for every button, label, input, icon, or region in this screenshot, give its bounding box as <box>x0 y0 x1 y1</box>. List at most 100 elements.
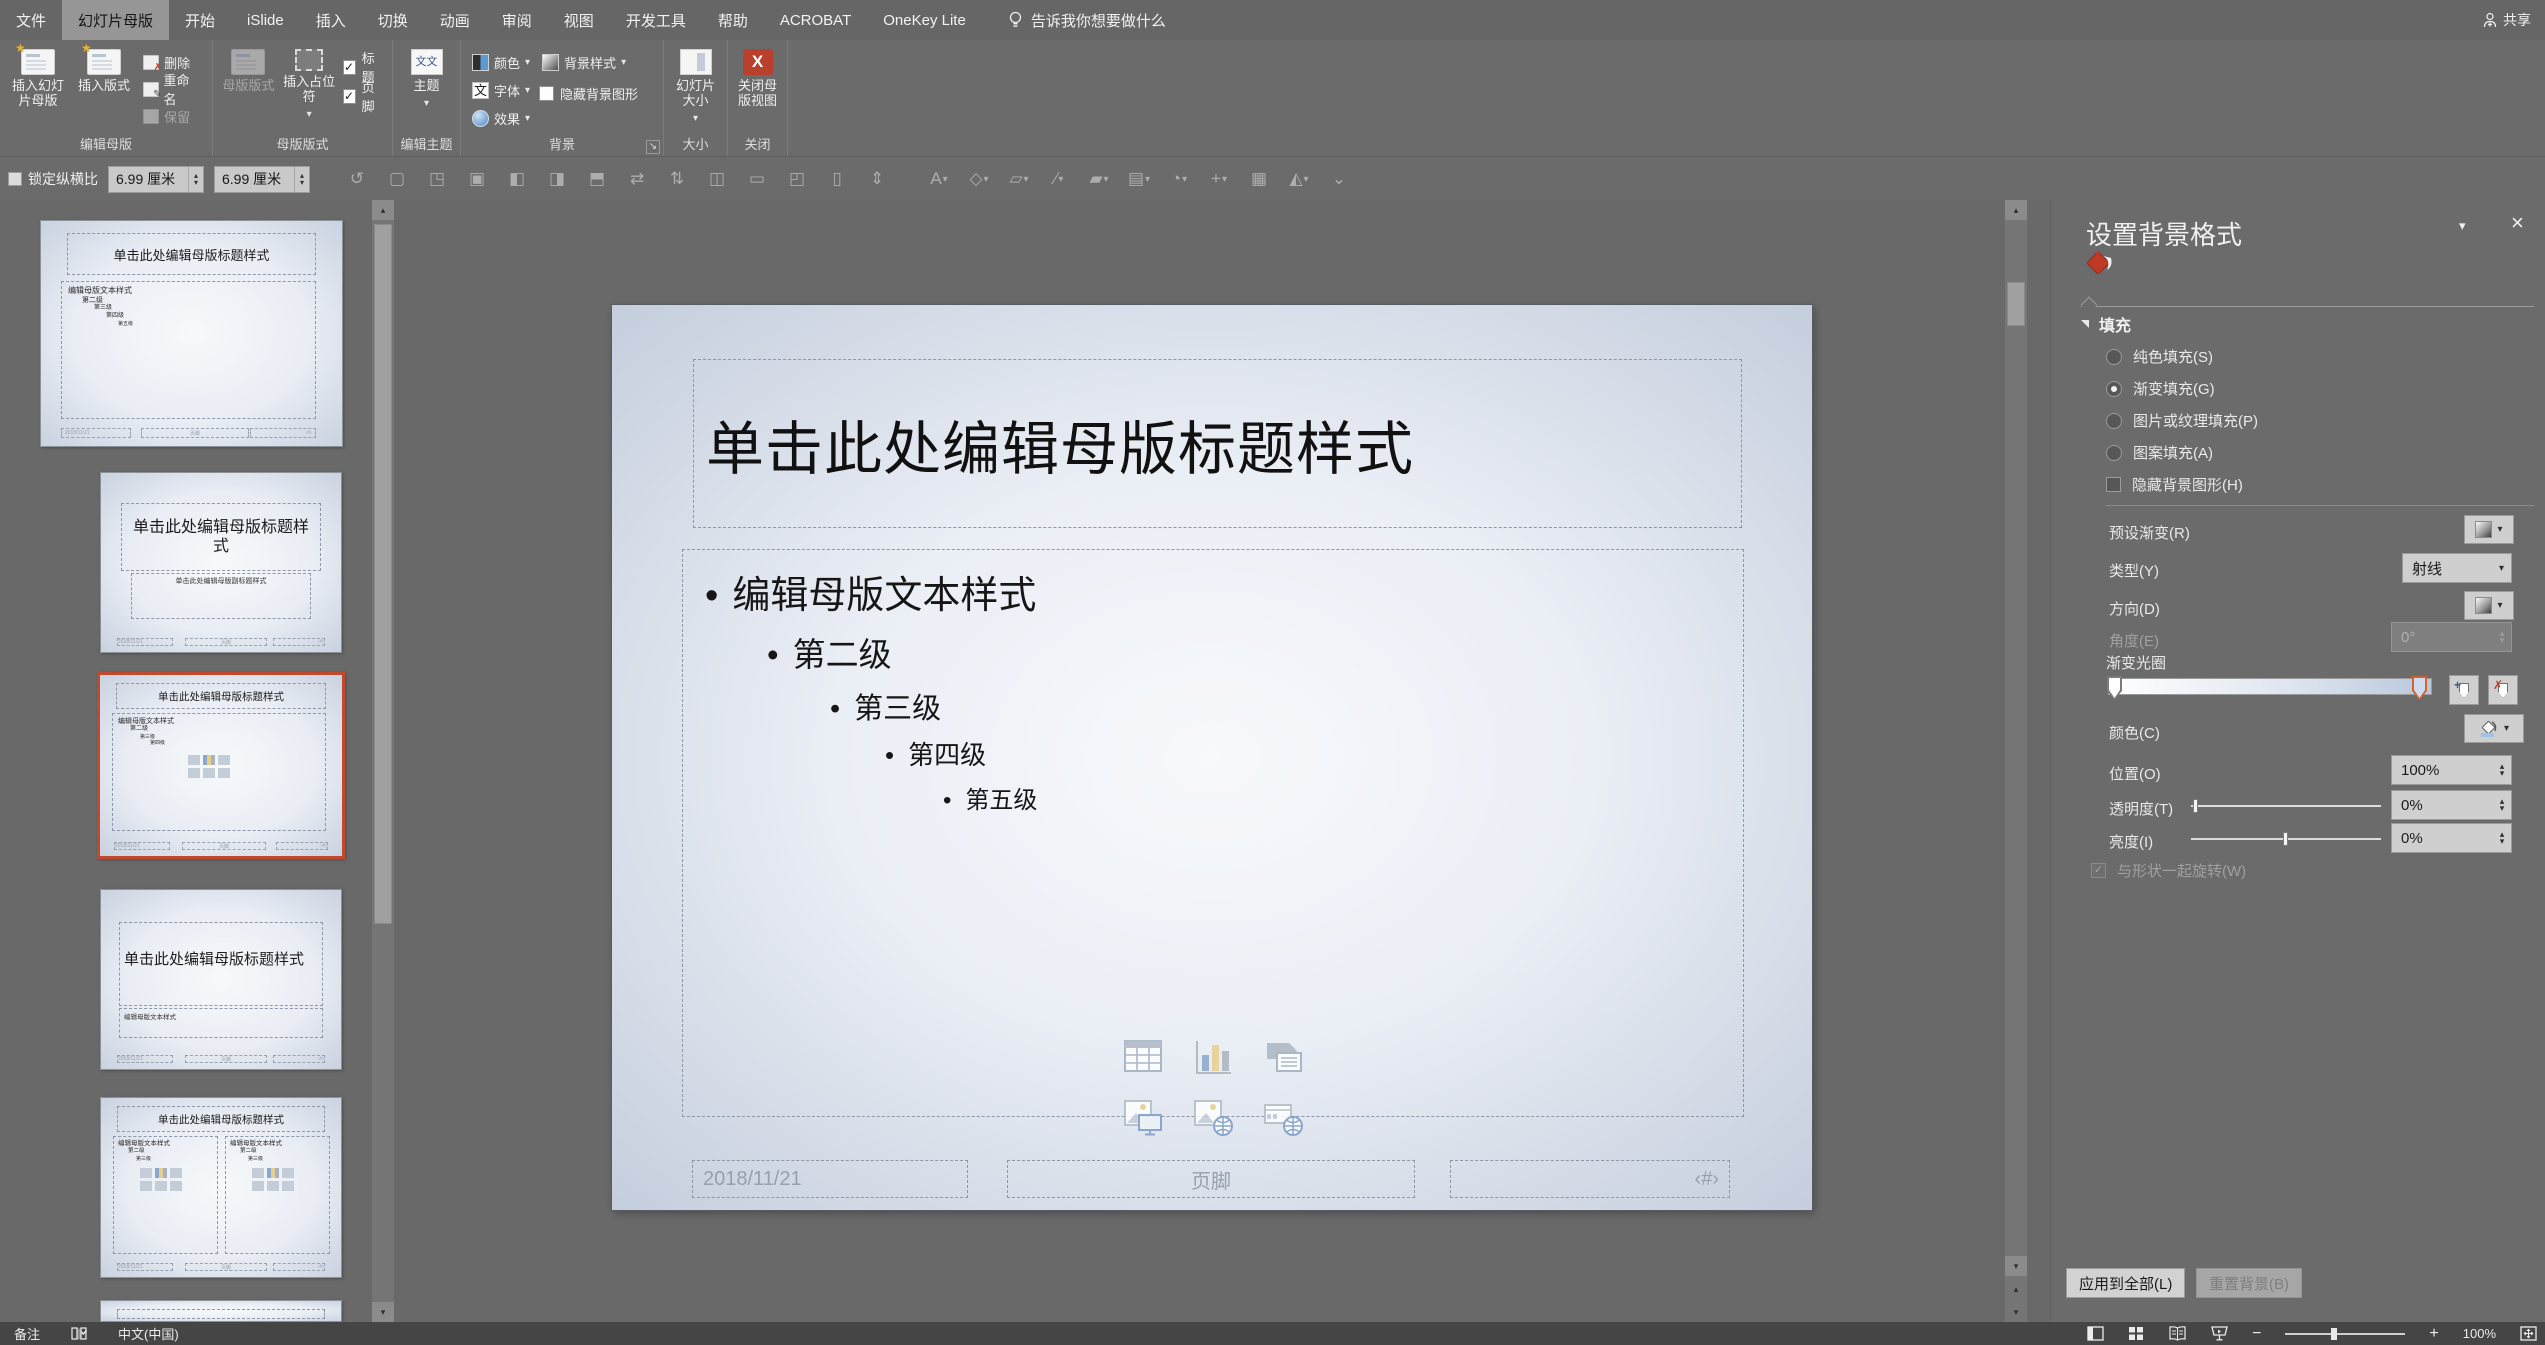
thumbnail-scrollbar-thumb[interactable] <box>374 224 392 924</box>
tab-view[interactable]: 视图 <box>548 0 610 40</box>
width-value[interactable]: 6.99 厘米 <box>109 169 188 189</box>
scroll-down-icon[interactable]: ▾ <box>2005 1256 2027 1276</box>
align-top-icon[interactable]: ◨ <box>542 165 572 193</box>
align-right-icon[interactable]: ▯ <box>822 165 852 193</box>
text-box-icon[interactable]: ▤▾ <box>1124 165 1154 193</box>
lock-aspect-checkbox[interactable] <box>8 172 22 186</box>
footer-placeholder[interactable]: 页脚 <box>1007 1160 1415 1198</box>
tab-help[interactable]: 帮助 <box>702 0 764 40</box>
height-field[interactable]: 6.99 厘米 ▴▾ <box>214 166 310 193</box>
preserve-button[interactable]: 保留 <box>140 104 204 128</box>
solid-fill-option[interactable]: 纯色填充(S) <box>2106 346 2213 367</box>
shape-effects-icon[interactable]: ◔▾ <box>1164 165 1194 193</box>
title-placeholder[interactable]: 单击此处编辑母版标题样式 <box>693 359 1742 528</box>
insert-layout-button[interactable]: ★ 插入版式 <box>74 46 134 136</box>
align-left-icon[interactable]: ◰ <box>782 165 812 193</box>
picture-fill-radio[interactable] <box>2106 413 2122 429</box>
fonts-button[interactable]: 文 字体 ▾ <box>469 78 533 102</box>
rotate-3d-icon[interactable]: ◭▾ <box>1284 165 1314 193</box>
zoom-level[interactable]: 100% <box>2463 1326 2496 1341</box>
brightness-slider[interactable] <box>2191 838 2381 840</box>
panel-close-icon[interactable]: × <box>2511 210 2524 236</box>
panel-options-caret-icon[interactable]: ▾ <box>2459 218 2466 234</box>
fill-section-header[interactable]: 填充 <box>2081 312 2131 336</box>
tab-transitions[interactable]: 切换 <box>362 0 424 40</box>
rotate-with-shape-option[interactable]: ✓ 与形状一起旋转(W) <box>2091 860 2246 881</box>
zoom-out-button[interactable]: − <box>2252 1325 2261 1343</box>
width-spinner[interactable]: ▴▾ <box>188 167 203 192</box>
font-color-icon[interactable]: A▾ <box>924 165 954 193</box>
transparency-spinner[interactable]: 0% ▴▾ <box>2391 790 2512 820</box>
insert-table-icon[interactable] <box>1121 1037 1165 1077</box>
insert-media-icon[interactable] <box>1121 1097 1165 1137</box>
rename-button[interactable]: ✎ 重命名 <box>140 77 204 101</box>
colors-button[interactable]: 颜色 ▾ <box>469 50 533 74</box>
gradient-stops-bar[interactable] <box>2108 678 2432 695</box>
thumbnail-scrollbar[interactable]: ▴ ▾ <box>372 200 394 1322</box>
thumbnail-two-content-layout[interactable]: 单击此处编辑母版标题样式 编辑母版文本样式 第二级 第三级 编辑母版文本样式 第… <box>100 1097 342 1278</box>
normal-view-icon[interactable] <box>2087 1326 2104 1341</box>
add-gradient-stop-button[interactable]: + <box>2449 675 2479 705</box>
bring-forward-icon[interactable]: ▢ <box>382 165 412 193</box>
gradient-fill-radio[interactable] <box>2106 381 2122 397</box>
rotate-icon[interactable]: ↺ <box>342 165 372 193</box>
zoom-slider[interactable] <box>2285 1333 2405 1335</box>
send-backward-icon[interactable]: ▣ <box>462 165 492 193</box>
gradient-stop-left[interactable] <box>2107 676 2122 700</box>
resize-icon[interactable]: ⇕ <box>862 165 892 193</box>
scroll-up-icon[interactable]: ▴ <box>372 200 394 220</box>
next-slide-icon[interactable]: ▾ <box>2005 1302 2027 1322</box>
hide-background-option[interactable]: 隐藏背景图形(H) <box>2106 474 2243 495</box>
zoom-in-button[interactable]: + <box>2429 1325 2438 1343</box>
tab-slide-master[interactable]: 幻灯片母版 <box>62 0 169 40</box>
footer-checkbox[interactable]: ✓ <box>343 89 356 104</box>
brightness-spinner[interactable]: 0% ▴▾ <box>2391 823 2512 853</box>
height-value[interactable]: 6.99 厘米 <box>215 169 294 189</box>
effects-button[interactable]: 效果 ▾ <box>469 106 533 130</box>
align-middle-icon[interactable]: ▭ <box>742 165 772 193</box>
insert-slide-master-button[interactable]: ★ 插入幻灯片母版 <box>8 46 68 136</box>
gradient-type-select[interactable]: 射线 ▾ <box>2402 553 2512 583</box>
solid-fill-radio[interactable] <box>2106 349 2122 365</box>
remove-gradient-stop-button[interactable]: ✗ <box>2488 675 2518 705</box>
footer-checkbox-row[interactable]: ✓ 页脚 <box>343 83 385 109</box>
scroll-up-icon[interactable]: ▴ <box>2005 200 2027 220</box>
transparency-slider-handle[interactable] <box>2193 799 2198 813</box>
insert-online-picture-icon[interactable] <box>1191 1097 1235 1137</box>
align-center-icon[interactable]: ◫ <box>702 165 732 193</box>
slideshow-view-icon[interactable] <box>2211 1326 2228 1341</box>
insert-placeholder-button[interactable]: 插入占位符 ▾ <box>282 46 337 136</box>
pattern-fill-option[interactable]: 图案填充(A) <box>2106 442 2213 463</box>
width-field[interactable]: 6.99 厘米 ▴▾ <box>108 166 204 193</box>
toolbar-overflow-icon[interactable]: ⌄ <box>1324 165 1354 193</box>
highlight-icon[interactable]: ▰▾ <box>1084 165 1114 193</box>
height-spinner[interactable]: ▴▾ <box>294 167 309 192</box>
tab-animations[interactable]: 动画 <box>424 0 486 40</box>
distribute-vertical-icon[interactable]: ⇅ <box>662 165 692 193</box>
fill-bucket-icon[interactable] <box>2083 248 2117 287</box>
insert-chart-icon[interactable] <box>1191 1037 1235 1077</box>
gradient-direction-button[interactable]: ▾ <box>2464 591 2514 620</box>
thumbnail-clipped[interactable] <box>100 1300 342 1322</box>
tab-islide[interactable]: iSlide <box>231 0 300 40</box>
body-placeholder[interactable]: •编辑母版文本样式 •第二级 •第三级 •第四级 •第五级 <box>682 549 1744 1117</box>
tab-file[interactable]: 文件 <box>0 0 62 40</box>
tab-onekey-lite[interactable]: OneKey Lite <box>867 0 982 40</box>
tab-insert[interactable]: 插入 <box>300 0 362 40</box>
gradient-stop-right-selected[interactable] <box>2412 676 2427 700</box>
share-button[interactable]: 共享 <box>2483 0 2531 40</box>
picture-fill-option[interactable]: 图片或纹理填充(P) <box>2106 410 2258 431</box>
gradient-fill-option[interactable]: 渐变填充(G) <box>2106 378 2215 399</box>
hide-bg-graphics-checkbox[interactable] <box>539 86 554 101</box>
insert-online-video-icon[interactable] <box>1261 1097 1305 1137</box>
slide-sorter-view-icon[interactable] <box>2128 1326 2144 1341</box>
tell-me-box[interactable]: 告诉我你想要做什么 <box>1008 0 1166 40</box>
tab-acrobat[interactable]: ACROBAT <box>764 0 867 40</box>
title-checkbox[interactable]: ✓ <box>343 60 356 75</box>
notes-button[interactable]: 备注 <box>14 1324 40 1343</box>
add-shape-icon[interactable]: +▾ <box>1204 165 1234 193</box>
brightness-slider-handle[interactable] <box>2283 832 2288 846</box>
fit-to-window-icon[interactable] <box>2520 1326 2537 1341</box>
spell-check-icon[interactable] <box>70 1326 88 1342</box>
background-dialog-launcher[interactable]: ↘ <box>646 140 660 154</box>
